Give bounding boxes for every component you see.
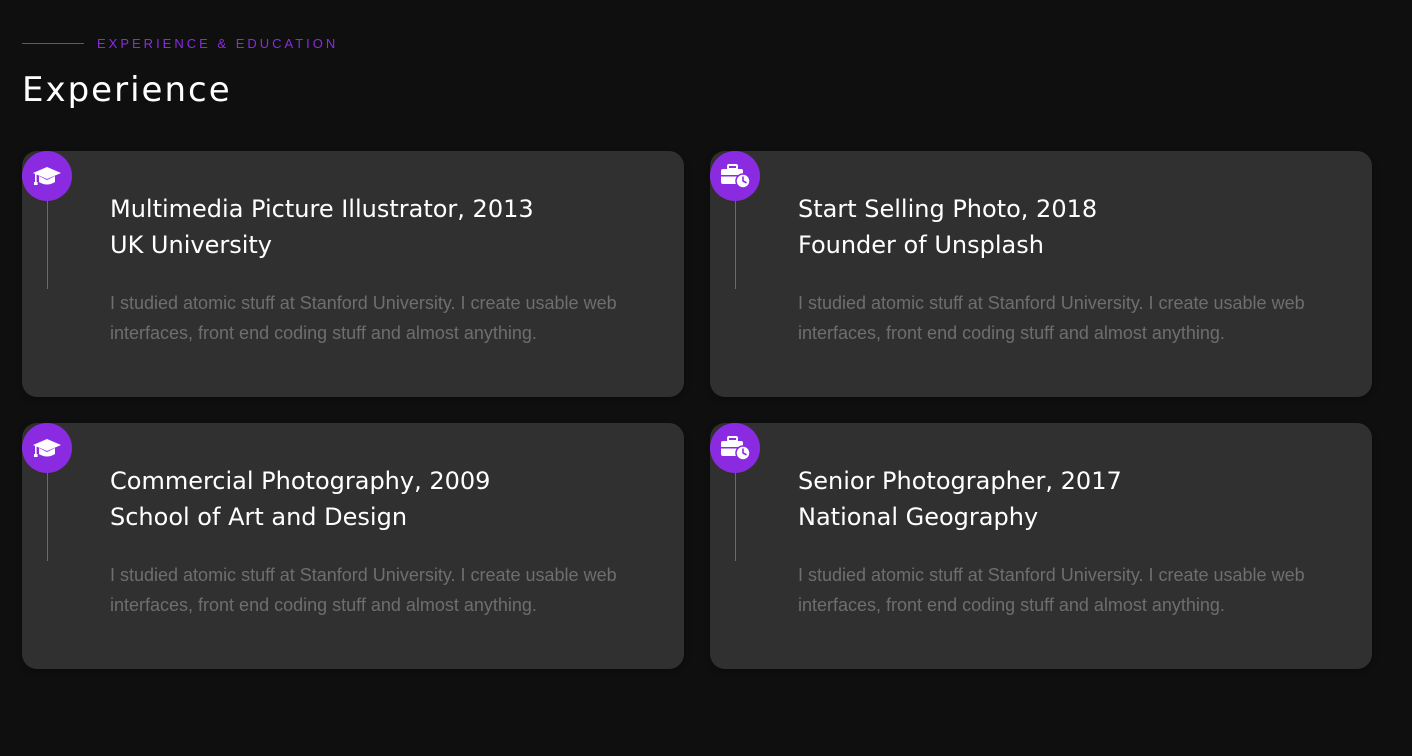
card-description: I studied atomic stuff at Stanford Unive… — [110, 565, 617, 615]
timeline-line — [47, 201, 48, 289]
eyebrow-divider — [22, 43, 84, 44]
experience-card: Start Selling Photo, 2018 Founder of Uns… — [710, 151, 1372, 397]
briefcase-clock-icon — [710, 423, 760, 473]
card-title: Senior Photographer, 2017 National Geogr… — [798, 463, 1122, 535]
graduation-cap-icon — [22, 151, 72, 201]
card-title-line2: National Geography — [798, 503, 1039, 531]
card-description: I studied atomic stuff at Stanford Unive… — [798, 293, 1305, 343]
timeline-line — [735, 473, 736, 561]
section-title: Experience — [22, 70, 232, 110]
card-description: I studied atomic stuff at Stanford Unive… — [798, 565, 1305, 615]
experience-card: Commercial Photography, 2009 School of A… — [22, 423, 684, 669]
card-title-line2: School of Art and Design — [110, 503, 408, 531]
card-title-line2: Founder of Unsplash — [798, 231, 1044, 259]
card-title-line2: UK University — [110, 231, 272, 259]
card-title-line1: Senior Photographer, 2017 — [798, 467, 1122, 495]
card-description: I studied atomic stuff at Stanford Unive… — [110, 293, 617, 343]
section-eyebrow: EXPERIENCE & EDUCATION — [22, 36, 338, 51]
briefcase-clock-icon — [710, 151, 760, 201]
timeline-line — [47, 473, 48, 561]
graduation-cap-icon — [22, 423, 72, 473]
card-title-line1: Commercial Photography, 2009 — [110, 467, 491, 495]
eyebrow-label: EXPERIENCE & EDUCATION — [97, 36, 339, 51]
experience-card: Senior Photographer, 2017 National Geogr… — [710, 423, 1372, 669]
experience-card: Multimedia Picture Illustrator, 2013 UK … — [22, 151, 684, 397]
card-title: Multimedia Picture Illustrator, 2013 UK … — [110, 191, 534, 263]
timeline-line — [735, 201, 736, 289]
card-title: Commercial Photography, 2009 School of A… — [110, 463, 490, 535]
card-title-line1: Multimedia Picture Illustrator, 2013 — [110, 195, 534, 223]
card-title: Start Selling Photo, 2018 Founder of Uns… — [798, 191, 1097, 263]
card-title-line1: Start Selling Photo, 2018 — [798, 195, 1098, 223]
